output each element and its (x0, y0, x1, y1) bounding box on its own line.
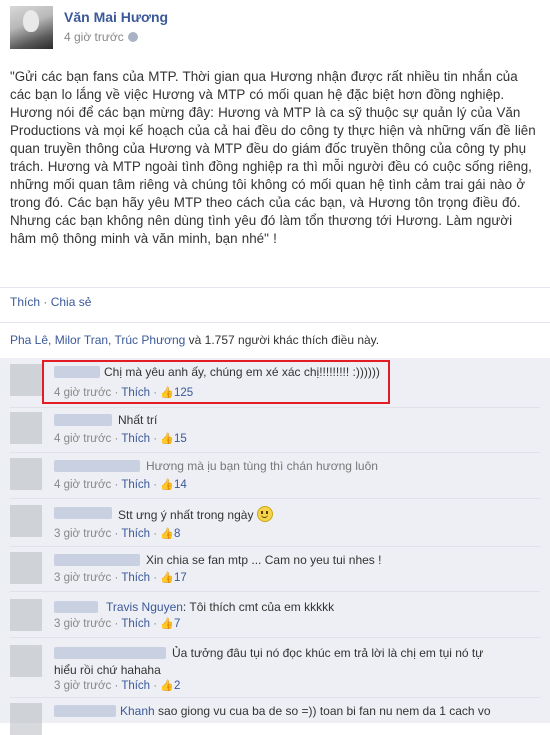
comment-meta: 3 giờ trước · Thích · 👍2 (54, 680, 181, 692)
commenter-avatar[interactable] (10, 458, 42, 490)
commenter-name-blurred[interactable] (54, 414, 112, 426)
commenter-avatar[interactable] (10, 505, 42, 537)
post-actions: Thích · Chia sẻ (10, 295, 91, 309)
comment-separator (10, 452, 540, 453)
commenter-name-blurred[interactable] (54, 601, 98, 613)
comment-separator (10, 407, 540, 408)
thumbs-up-icon: 👍 (160, 618, 175, 630)
comment-separator (10, 637, 540, 638)
comment-text: Stt ưng ý nhất trong ngày (118, 506, 273, 522)
share-link[interactable]: Chia sẻ (51, 295, 92, 309)
likers-rest[interactable]: và 1.757 người khác thích điều này. (185, 333, 379, 347)
comment-like-link[interactable]: Thích (121, 572, 150, 584)
comment-meta: 3 giờ trước · Thích · 👍8 (54, 528, 181, 540)
commenter-avatar[interactable] (10, 412, 42, 444)
comment-meta: 4 giờ trước · Thích · 👍15 (54, 433, 187, 445)
comment-separator (10, 498, 540, 499)
comment-text: Khanh sao giong vu cua ba de so =)) toan… (120, 704, 491, 718)
comment-like-link[interactable]: Thích (121, 528, 150, 540)
thumbs-up-icon: 👍 (160, 479, 175, 491)
post-time[interactable]: 4 giờ trước (64, 30, 124, 44)
comment-like-link[interactable]: Thích (121, 479, 150, 491)
commenter-avatar[interactable] (10, 364, 42, 396)
comment-meta: 3 giờ trước · Thích · 👍7 (54, 618, 181, 630)
comment-like-link[interactable]: Thích (121, 433, 150, 445)
comment-time[interactable]: 3 giờ trước (54, 680, 111, 692)
comment-separator (10, 697, 540, 698)
thumbs-up-icon: 👍 (160, 680, 175, 692)
divider (0, 322, 550, 323)
comment-time[interactable]: 3 giờ trước (54, 618, 111, 630)
commenter-avatar[interactable] (10, 703, 42, 735)
comment-like-count[interactable]: 7 (174, 618, 180, 630)
comment-text: Ủa tưởng đâu tụi nó đọc khúc em trả lời … (54, 646, 484, 677)
comment-time[interactable]: 3 giờ trước (54, 528, 111, 540)
comment-like-link[interactable]: Thích (121, 618, 150, 630)
comment-like-count[interactable]: 8 (174, 528, 180, 540)
comment-text: Travis Nguyen: Tôi thích cmt của em kkkk… (106, 600, 335, 614)
facebook-post: Văn Mai Hương 4 giờ trước "Gửi các bạn f… (0, 0, 550, 735)
author-name[interactable]: Văn Mai Hương (64, 9, 168, 25)
comment-time[interactable]: 4 giờ trước (54, 479, 111, 491)
comment-like-count[interactable]: 2 (174, 680, 180, 692)
comment-time[interactable]: 3 giờ trước (54, 572, 111, 584)
commenter-name[interactable]: Travis Nguyen (106, 600, 183, 614)
thumbs-up-icon: 👍 (160, 528, 175, 540)
post-message: "Gửi các bạn fans của MTP. Thời gian qua… (10, 69, 536, 246)
commenter-avatar[interactable] (10, 599, 42, 631)
likers-names[interactable]: Pha Lê, Milor Tran, Trúc Phương (10, 333, 185, 347)
comment-like-count[interactable]: 14 (174, 479, 187, 491)
comment-separator (10, 546, 540, 547)
commenter-avatar[interactable] (10, 552, 42, 584)
comment-time[interactable]: 4 giờ trước (54, 433, 111, 445)
like-link[interactable]: Thích (10, 295, 40, 309)
comment-text: Hương mà ịu bạn tùng thì chán hương luôn (146, 459, 378, 473)
separator-dot: · (43, 295, 51, 309)
commenter-avatar[interactable] (10, 645, 42, 677)
comment-text: Nhất trí (118, 413, 158, 427)
likes-summary: Pha Lê, Milor Tran, Trúc Phương và 1.757… (10, 333, 379, 347)
comment-text-content: Stt ưng ý nhất trong ngày (118, 508, 254, 522)
comment-text-content: sao giong vu cua ba de so =)) toan bi fa… (158, 704, 491, 718)
comment-separator (10, 591, 540, 592)
comment-text: Xin chia se fan mtp ... Cam no yeu tui n… (146, 553, 382, 567)
author-avatar[interactable] (10, 6, 53, 49)
commenter-name-blurred[interactable] (54, 554, 140, 566)
comment-like-link[interactable]: Thích (121, 680, 150, 692)
thumbs-up-icon: 👍 (160, 572, 175, 584)
comment-meta: 3 giờ trước · Thích · 👍17 (54, 572, 187, 584)
post-timestamp[interactable]: 4 giờ trước (64, 30, 138, 44)
comment-like-count[interactable]: 15 (174, 433, 187, 445)
highlight-box (42, 360, 390, 404)
comment-like-count[interactable]: 17 (174, 572, 187, 584)
comment-meta: 4 giờ trước · Thích · 👍14 (54, 479, 187, 491)
commenter-name-blurred[interactable] (54, 507, 112, 519)
comment-text-content: Tôi thích cmt của em kkkkk (189, 600, 335, 614)
divider (0, 287, 550, 288)
globe-icon (127, 32, 138, 42)
smiley-emoji-icon (256, 506, 273, 522)
commenter-name[interactable]: Khanh (120, 704, 155, 718)
commenter-name-blurred[interactable] (54, 460, 140, 472)
thumbs-up-icon: 👍 (160, 433, 175, 445)
commenter-name-blurred[interactable] (54, 705, 116, 717)
